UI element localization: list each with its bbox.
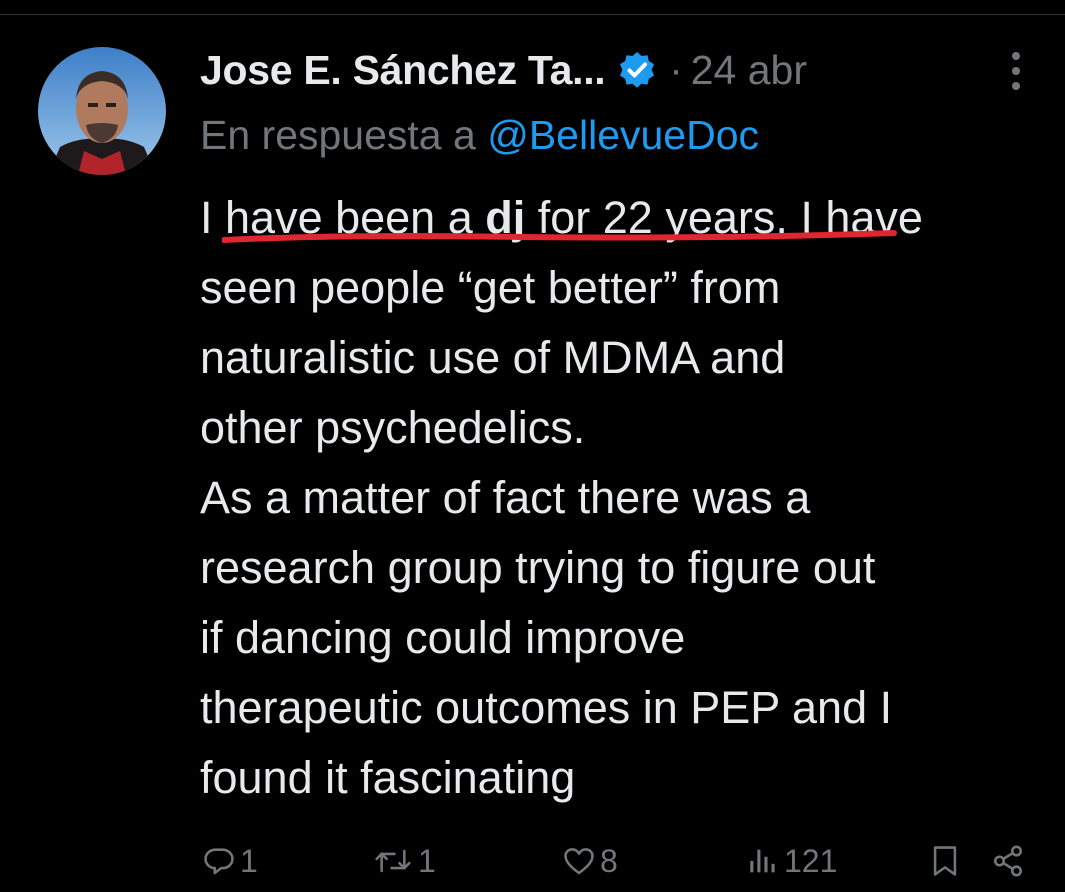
like-count: 8 [600,842,618,879]
bookmark-button[interactable] [930,838,960,884]
red-underline-annotation [222,230,897,243]
post-action-bar: 1 1 8 121 [196,838,1036,884]
post-text-line: research group trying to figure out [200,542,876,593]
reply-context: En respuesta a @BellevueDoc [200,112,759,159]
post-date[interactable]: 24 abr [691,47,807,94]
more-options-icon[interactable] [1006,48,1026,94]
reply-prefix: En respuesta a [200,112,476,158]
post-header: Jose E. Sánchez Ta... · 24 abr [200,40,1040,100]
avatar[interactable] [38,47,166,175]
repost-count: 1 [418,842,436,879]
repost-icon [375,849,411,873]
reply-handle-link[interactable]: @BellevueDoc [487,112,759,158]
post-text-line: found it fascinating [200,752,576,803]
reply-count: 1 [240,842,258,879]
repost-button[interactable]: 1 [372,838,436,884]
author-name[interactable]: Jose E. Sánchez Ta... [200,47,606,94]
bookmark-icon [933,846,957,876]
views-chart-icon [750,849,775,873]
share-icon [993,845,1023,877]
post-text-line: therapeutic outcomes in PEP and I [200,682,893,733]
separator-dot: · [669,47,683,92]
heart-icon [564,848,594,875]
like-button[interactable]: 8 [562,838,618,884]
reply-button[interactable]: 1 [202,838,258,884]
verified-badge-icon[interactable] [617,50,657,90]
top-divider [0,14,1065,15]
post-text-line: As a matter of fact there was a [200,472,811,523]
reply-icon [204,848,234,875]
share-button[interactable] [990,838,1026,884]
post-text-line: naturalistic use of MDMA and [200,332,786,383]
avatar-photo [38,47,166,175]
post-text: I have been a dj for 22 years. I have se… [200,183,1050,813]
post-text-line: other psychedelics. [200,402,586,453]
post-text-line: seen people “get better” from [200,262,781,313]
post-text-line: if dancing could improve [200,612,686,663]
views-button[interactable]: 121 [746,838,837,884]
view-count: 121 [784,842,838,879]
